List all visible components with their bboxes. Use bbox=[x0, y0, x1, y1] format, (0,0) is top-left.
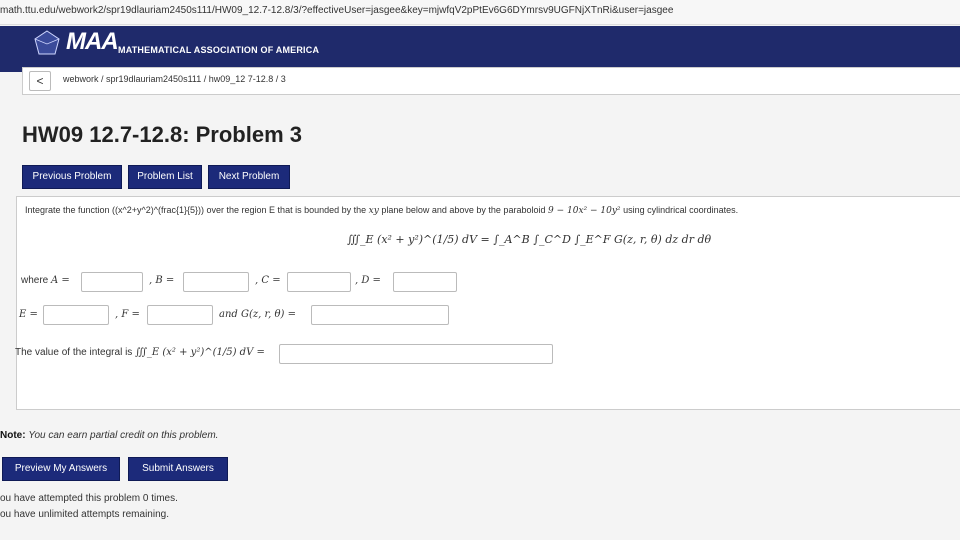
url-text: math.ttu.edu/webwork2/spr19dlauriam2450s… bbox=[0, 5, 674, 16]
integral-equation: ∭_E (x² + y²)^(1/5) dV = ∫_A^B ∫_C^D ∫_E… bbox=[347, 233, 712, 246]
back-button[interactable]: < bbox=[29, 71, 51, 91]
label-b-text: , B = bbox=[149, 275, 175, 286]
previous-problem-button[interactable]: Previous Problem bbox=[22, 165, 122, 189]
statement-start: Integrate the function ((x^2+y^2)^(frac{… bbox=[25, 205, 367, 215]
where-text: where bbox=[21, 275, 49, 286]
label-f: , F = bbox=[115, 309, 140, 320]
label-c: , C = bbox=[255, 275, 281, 286]
preview-answers-button[interactable]: Preview My Answers bbox=[2, 457, 120, 481]
answer-a-input[interactable] bbox=[81, 272, 143, 292]
where-label: where A = bbox=[21, 275, 70, 286]
breadcrumb[interactable]: webwork / spr19dlauriam2450s111 / hw09_1… bbox=[63, 74, 286, 84]
next-problem-button[interactable]: Next Problem bbox=[208, 165, 290, 189]
problem-panel: Integrate the function ((x^2+y^2)^(frac{… bbox=[15, 196, 960, 410]
plane-variable: xy bbox=[368, 206, 379, 216]
problem-statement: Integrate the function ((x^2+y^2)^(frac{… bbox=[25, 205, 738, 216]
label-g: and G(z, r, θ) = bbox=[219, 309, 296, 320]
maa-logo-icon bbox=[34, 30, 60, 55]
answer-b-input[interactable] bbox=[183, 272, 249, 292]
label-d: , D = bbox=[355, 275, 381, 286]
answer-d-input[interactable] bbox=[393, 272, 457, 292]
label-b: , B = bbox=[149, 275, 174, 286]
integral-value-input[interactable] bbox=[279, 344, 553, 364]
answer-e-input[interactable] bbox=[43, 305, 109, 325]
answer-f-input[interactable] bbox=[147, 305, 213, 325]
note-text: You can earn partial credit on this prob… bbox=[28, 430, 219, 441]
label-a: A = bbox=[51, 275, 70, 286]
problem-list-button[interactable]: Problem List bbox=[128, 165, 202, 189]
submit-answers-button[interactable]: Submit Answers bbox=[128, 457, 228, 481]
value-expression: ∭_E (x² + y²)^(1/5) dV = bbox=[135, 347, 265, 358]
paraboloid-expression: 9 − 10x² − 10y² bbox=[548, 206, 621, 216]
attempted-text: ou have attempted this problem 0 times. bbox=[0, 493, 178, 504]
statement-end: using cylindrical coordinates. bbox=[623, 205, 739, 215]
maa-banner: MAA MATHEMATICAL ASSOCIATION OF AMERICA bbox=[0, 26, 960, 72]
remaining-text: ou have unlimited attempts remaining. bbox=[0, 509, 169, 520]
value-label: The value of the integral is ∭_E (x² + y… bbox=[15, 347, 265, 358]
breadcrumb-bar: < webwork / spr19dlauriam2450s111 / hw09… bbox=[22, 67, 960, 95]
label-d-text: , D = bbox=[355, 275, 381, 286]
page-title: HW09 12.7-12.8: Problem 3 bbox=[22, 122, 303, 147]
address-bar[interactable]: math.ttu.edu/webwork2/spr19dlauriam2450s… bbox=[0, 0, 960, 25]
maa-logo-text: MAA bbox=[66, 28, 119, 55]
answer-g-input[interactable] bbox=[311, 305, 449, 325]
statement-mid: plane below and above by the paraboloid bbox=[381, 205, 546, 215]
label-c-text: , C = bbox=[255, 275, 281, 286]
label-f-text: , F = bbox=[115, 309, 140, 320]
label-e: E = bbox=[19, 309, 38, 320]
maa-logo-subtitle: MATHEMATICAL ASSOCIATION OF AMERICA bbox=[118, 45, 320, 55]
label-g-text: and G(z, r, θ) = bbox=[219, 309, 297, 320]
value-text: The value of the integral is bbox=[15, 347, 133, 358]
note-label: Note: bbox=[0, 430, 26, 441]
answer-c-input[interactable] bbox=[287, 272, 351, 292]
label-e-text: E = bbox=[19, 309, 38, 320]
partial-credit-note: Note: You can earn partial credit on thi… bbox=[0, 430, 218, 441]
attempts-status: ou have attempted this problem 0 times. … bbox=[0, 491, 178, 523]
